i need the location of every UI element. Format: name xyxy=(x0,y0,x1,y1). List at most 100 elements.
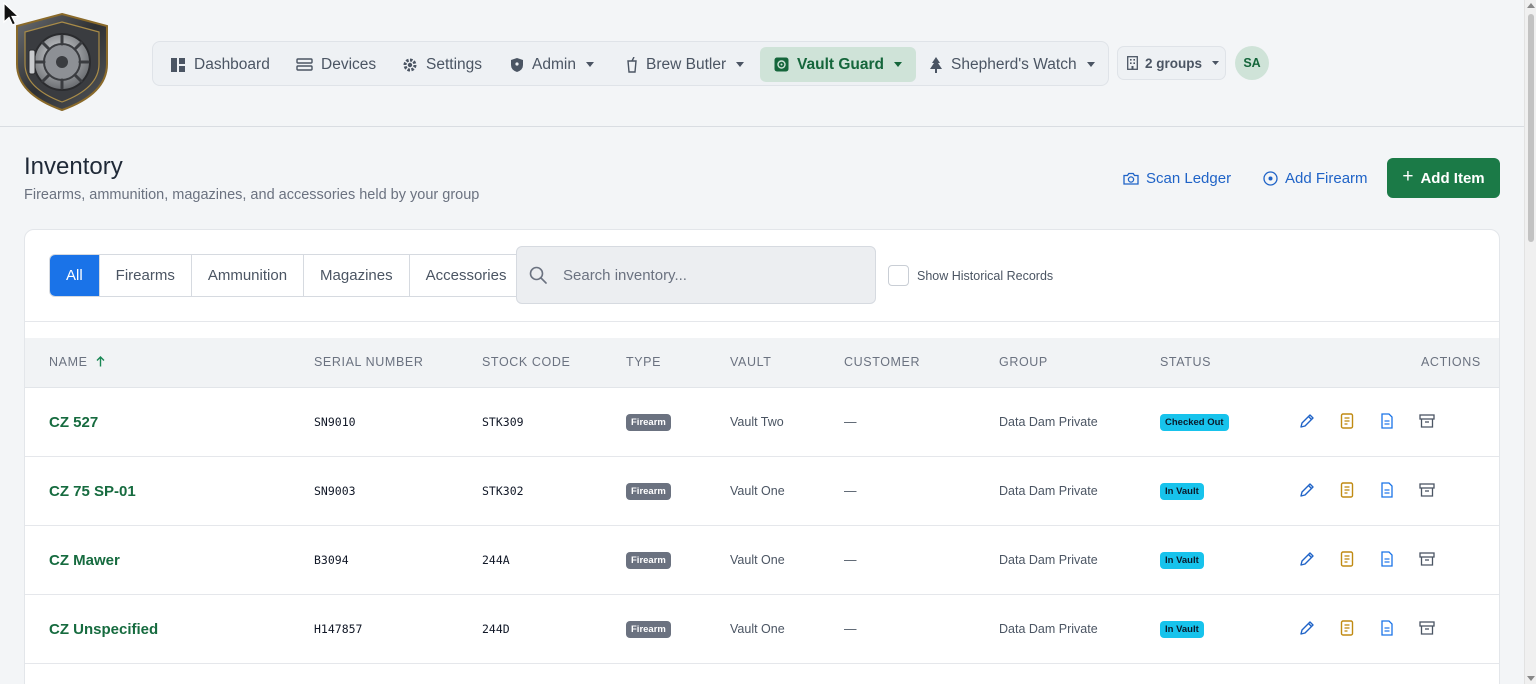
column-header-stock-code[interactable]: STOCK CODE xyxy=(482,355,570,369)
ledger-icon[interactable] xyxy=(1339,620,1355,636)
chevron-down-icon xyxy=(1212,61,1220,65)
nav-brew-butler-label: Brew Butler xyxy=(646,55,727,73)
status-badge: In Vault xyxy=(1160,482,1204,500)
vault-name: Vault One xyxy=(730,622,785,636)
sort-ascending-icon xyxy=(96,356,105,367)
devices-icon xyxy=(296,57,313,71)
pencil-icon[interactable] xyxy=(1299,413,1315,429)
ledger-icon[interactable] xyxy=(1339,482,1355,498)
group-name: Data Dam Private xyxy=(999,622,1098,636)
top-navigation-bar: Dashboard Devices Settings Admin Brew Bu… xyxy=(0,0,1524,127)
archive-icon[interactable] xyxy=(1419,482,1435,498)
nav-dashboard[interactable]: Dashboard xyxy=(170,47,270,82)
nav-vault-guard-label: Vault Guard xyxy=(797,55,884,73)
page-title: Inventory xyxy=(24,153,123,180)
stock-code: STK309 xyxy=(482,415,524,429)
table-row[interactable]: CZ 75 SP-01 SN9003 STK302 Firearm Vault … xyxy=(25,457,1499,526)
historical-records-checkbox[interactable] xyxy=(888,265,909,286)
camera-icon xyxy=(1123,172,1139,185)
document-icon[interactable] xyxy=(1379,413,1395,429)
document-icon[interactable] xyxy=(1379,620,1395,636)
column-header-customer[interactable]: CUSTOMER xyxy=(844,355,920,369)
vertical-scrollbar[interactable] xyxy=(1524,0,1536,684)
groups-dropdown[interactable]: 2 groups xyxy=(1117,46,1226,80)
type-badge: Firearm xyxy=(626,413,671,431)
column-header-name[interactable]: NAME xyxy=(49,355,105,369)
scroll-up-arrow-icon[interactable] xyxy=(1527,3,1535,8)
column-header-status[interactable]: STATUS xyxy=(1160,355,1211,369)
item-name-link[interactable]: CZ 75 SP-01 xyxy=(49,457,136,525)
chevron-down-icon xyxy=(736,62,745,67)
tab-firearms[interactable]: Firearms xyxy=(98,255,191,296)
nav-brew-butler[interactable]: Brew Butler xyxy=(626,47,745,82)
mouse-cursor-icon xyxy=(3,2,21,26)
main-nav: Dashboard Devices Settings Admin Brew Bu… xyxy=(152,41,1109,86)
document-icon[interactable] xyxy=(1379,482,1395,498)
nav-vault-guard[interactable]: Vault Guard xyxy=(760,47,916,82)
stock-code: STK302 xyxy=(482,484,524,498)
add-item-label: Add Item xyxy=(1420,169,1485,187)
column-header-serial-number[interactable]: SERIAL NUMBER xyxy=(314,355,423,369)
nav-devices-label: Devices xyxy=(321,55,377,73)
scan-ledger-button[interactable]: Scan Ledger xyxy=(1123,168,1231,188)
tab-magazines[interactable]: Magazines xyxy=(303,255,409,296)
serial-number: B3094 xyxy=(314,553,349,567)
type-badge: Firearm xyxy=(626,482,671,500)
scrollbar-thumb[interactable] xyxy=(1528,14,1534,242)
archive-icon[interactable] xyxy=(1419,413,1435,429)
nav-admin[interactable]: Admin xyxy=(510,47,594,82)
column-header-vault[interactable]: VAULT xyxy=(730,355,771,369)
historical-records-label: Show Historical Records xyxy=(917,268,1054,283)
vault-shield-logo[interactable] xyxy=(11,12,113,112)
table-row[interactable]: CZ Mawer B3094 244A Firearm Vault One — … xyxy=(25,526,1499,595)
scan-ledger-label: Scan Ledger xyxy=(1146,169,1232,187)
scroll-down-arrow-icon[interactable] xyxy=(1527,676,1535,681)
serial-number: SN9003 xyxy=(314,484,356,498)
group-name: Data Dam Private xyxy=(999,553,1098,567)
serial-number: SN9010 xyxy=(314,415,356,429)
inventory-card: All Firearms Ammunition Magazines Access… xyxy=(24,229,1500,684)
add-firearm-button[interactable]: Add Firearm xyxy=(1263,168,1368,188)
search-input[interactable] xyxy=(563,266,843,284)
gear-icon xyxy=(403,58,417,71)
tab-accessories[interactable]: Accessories xyxy=(408,255,523,296)
column-header-group[interactable]: GROUP xyxy=(999,355,1048,369)
ledger-icon[interactable] xyxy=(1339,413,1355,429)
pencil-icon[interactable] xyxy=(1299,482,1315,498)
archive-icon[interactable] xyxy=(1419,551,1435,567)
table-header: NAME SERIAL NUMBER STOCK CODE TYPE VAULT… xyxy=(25,338,1499,388)
table-row[interactable]: CZ Unspecified H147857 244D Firearm Vaul… xyxy=(25,595,1499,664)
document-icon[interactable] xyxy=(1379,551,1395,567)
serial-number: H147857 xyxy=(314,622,363,636)
table-row[interactable]: CZ 527 SN9010 STK309 Firearm Vault Two —… xyxy=(25,388,1499,457)
pencil-icon[interactable] xyxy=(1299,551,1315,567)
nav-dashboard-label: Dashboard xyxy=(194,55,270,73)
column-header-actions: ACTIONS xyxy=(1421,355,1481,369)
pencil-icon[interactable] xyxy=(1299,620,1315,636)
column-header-name-label: NAME xyxy=(49,355,88,369)
status-badge: Checked Out xyxy=(1160,413,1229,431)
search-box xyxy=(516,246,876,304)
shield-icon xyxy=(511,57,523,72)
nav-shepherds-watch[interactable]: Shepherd's Watch xyxy=(929,47,1095,82)
chevron-down-icon xyxy=(1086,62,1095,67)
ledger-icon[interactable] xyxy=(1339,551,1355,567)
tab-ammunition[interactable]: Ammunition xyxy=(190,255,303,296)
column-header-type[interactable]: TYPE xyxy=(626,355,661,369)
archive-icon[interactable] xyxy=(1419,620,1435,636)
chevron-down-icon xyxy=(585,62,594,67)
status-badge: In Vault xyxy=(1160,551,1204,569)
divider xyxy=(25,321,1499,322)
user-avatar[interactable]: SA xyxy=(1235,46,1269,80)
add-item-button[interactable]: + Add Item xyxy=(1387,158,1500,198)
chevron-down-icon xyxy=(894,62,902,67)
item-name-link[interactable]: CZ 527 xyxy=(49,388,98,456)
tab-all[interactable]: All xyxy=(50,255,99,296)
nav-settings[interactable]: Settings xyxy=(402,47,482,82)
vault-icon xyxy=(774,57,789,72)
type-badge: Firearm xyxy=(626,551,671,569)
nav-devices[interactable]: Devices xyxy=(296,47,376,82)
historical-records-toggle[interactable]: Show Historical Records xyxy=(888,265,1053,286)
item-name-link[interactable]: CZ Mawer xyxy=(49,526,120,594)
item-name-link[interactable]: CZ Unspecified xyxy=(49,595,158,663)
